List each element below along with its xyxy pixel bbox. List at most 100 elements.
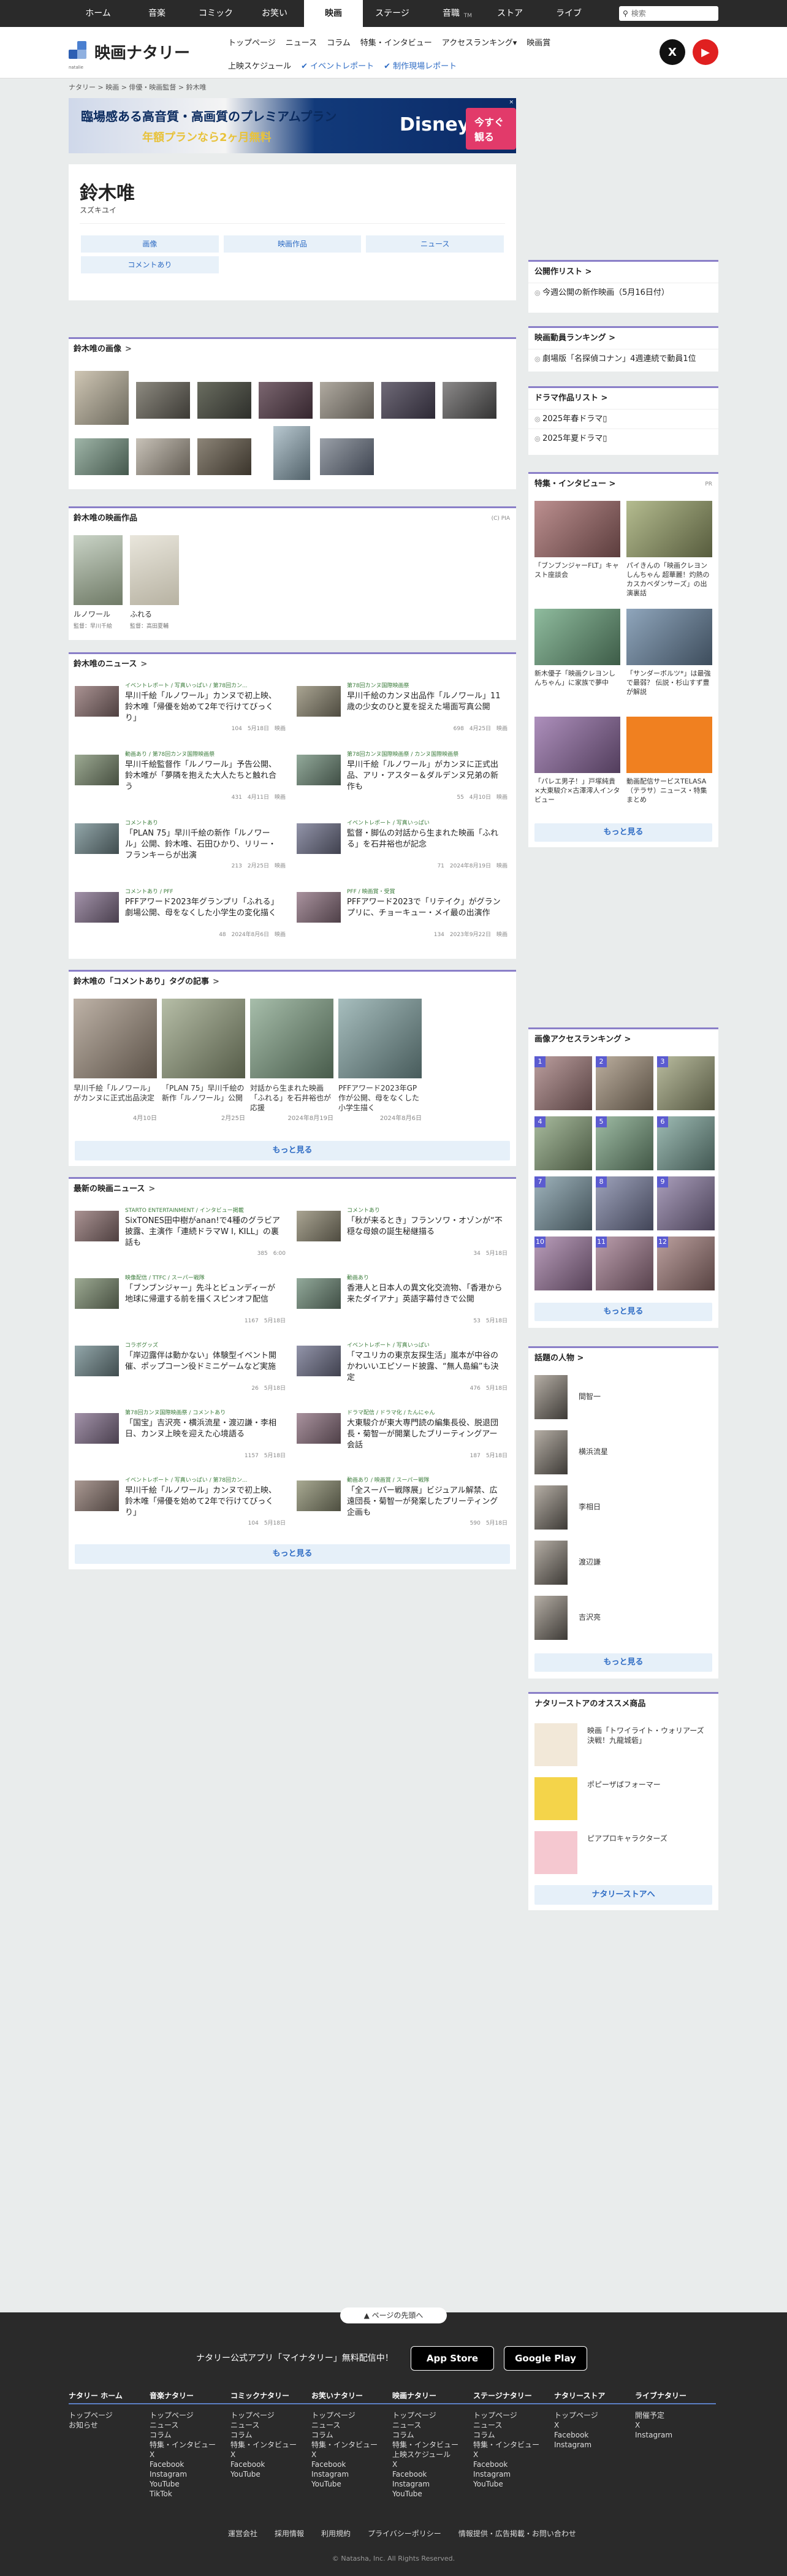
tab-images[interactable]: 画像 <box>81 235 219 253</box>
footer-link[interactable]: Facebook <box>554 2430 635 2440</box>
person-link[interactable]: 渡辺謙 <box>534 1541 712 1590</box>
footer-link[interactable]: YouTube <box>311 2479 392 2489</box>
person-link[interactable]: 吉沢亮 <box>534 1596 712 1645</box>
footer-link[interactable]: Facebook <box>473 2460 554 2469</box>
footer-link[interactable]: Facebook <box>392 2469 473 2479</box>
feature-item[interactable]: 「パレエ男子！」戸塚純貴×大東駿介×古澤澪人インタビュー <box>534 717 620 816</box>
news-title[interactable]: 「PLAN 75」早川千絵の新作「ルノワール」公開、鈴木唯、石田ひかり、リリー・… <box>125 828 281 861</box>
image-thumb[interactable] <box>75 371 129 425</box>
footer-link[interactable]: ニュース <box>230 2420 311 2430</box>
footer-bottom-link[interactable]: 運営会社 <box>228 2528 257 2539</box>
close-icon[interactable]: × <box>509 99 514 105</box>
image-thumb[interactable] <box>443 382 496 419</box>
news-title[interactable]: PFFアワード2023年グランプリ「ふれる」劇場公開、母をなくした小学生の変化描… <box>125 897 281 919</box>
news-item[interactable]: イベントレポート / 写真いっぱい / 第78回カン... 早川千絵「ルノワール」… <box>75 1476 291 1538</box>
footer-link[interactable]: 特集・インタビュー <box>150 2440 230 2450</box>
ranking-image[interactable]: 11 <box>596 1237 653 1290</box>
widget-title[interactable]: 映画動員ランキング > <box>528 328 718 349</box>
comment-article[interactable]: 対話から生まれた映画「ふれる」を石井裕也が応援 2024年8月19日 <box>250 999 333 1122</box>
news-item[interactable]: 映像配信 / TTFC / スーパー戦隊 「ブンブンジャー」先斗とビュンディーが地… <box>75 1273 291 1336</box>
footer-link[interactable]: X <box>150 2450 230 2460</box>
footer-link[interactable]: YouTube <box>392 2489 473 2499</box>
news-item[interactable]: 第78回カンヌ国際映画祭 / カンヌ国際映画祭 早川千絵「ルノワール」がカンヌに正… <box>297 750 512 814</box>
footer-column-title[interactable]: 映画ナタリー <box>392 2391 473 2404</box>
film-item[interactable]: ルノワール 監督：早川千絵 <box>74 535 125 630</box>
footer-column-title[interactable]: ナタリー ホーム <box>69 2391 150 2404</box>
footer-bottom-link[interactable]: プライバシーポリシー <box>368 2528 441 2539</box>
ranking-image[interactable]: 12 <box>657 1237 715 1290</box>
news-title[interactable]: 監督・脚仏の対話から生まれた映画「ふれる」を石井裕也が記念 <box>347 828 503 850</box>
section-title[interactable]: 鈴木唯の画像 > <box>69 339 516 360</box>
footer-link[interactable]: 特集・インタビュー <box>311 2440 392 2450</box>
footer-column-title[interactable]: お笑いナタリー <box>311 2391 392 2404</box>
person-link[interactable]: 李相日 <box>534 1485 712 1534</box>
footer-bottom-link[interactable]: 採用情報 <box>275 2528 304 2539</box>
footer-link[interactable]: トップページ <box>230 2410 311 2420</box>
footer-link[interactable]: トップページ <box>311 2410 392 2420</box>
ranking-image[interactable]: 2 <box>596 1056 653 1110</box>
news-title[interactable]: 「秋が来るとき」フランソワ・オゾンが“不穏な母娘の誕生秘継描る <box>347 1216 503 1238</box>
more-button[interactable]: もっと見る <box>534 1653 712 1672</box>
news-title[interactable]: PFFアワード2023で「リテイク」がグランプリに、チョーキュー・メイ最の出演作 <box>347 897 503 919</box>
image-thumb[interactable] <box>259 382 313 419</box>
news-item[interactable]: コラボグッズ 「岸辺露伴は動かない」体験型イベント開催、ポップコーン役ドミニゲーム… <box>75 1341 291 1403</box>
footer-link[interactable]: 開催予定 <box>635 2410 716 2420</box>
nav-link[interactable]: コラム <box>327 36 351 48</box>
footer-link[interactable]: YouTube <box>473 2479 554 2489</box>
ad-banner[interactable]: 臨場感ある高音質・高画質のプレミアムプラン 年額プランなら2ヶ月無料 Disne… <box>69 98 516 153</box>
news-title[interactable]: 「国宝」吉沢亮・横浜流星・渡辺謙・李相日、カンヌ上映を迎えた心境語る <box>125 1418 281 1440</box>
widget-title[interactable]: 特集・インタビュー > PR <box>528 474 718 495</box>
news-title[interactable]: 早川千絵のカンヌ出品作「ルノワール」11歳の少女のひと夏を捉えた場面写真公開 <box>347 691 503 713</box>
youtube-icon[interactable]: ▶ <box>693 39 718 65</box>
footer-link[interactable]: トップページ <box>392 2410 473 2420</box>
footer-link[interactable]: YouTube <box>230 2469 311 2479</box>
search-icon[interactable]: ⚲ <box>623 9 628 18</box>
news-title[interactable]: 香港人と日本人の異文化交流物、「香港から来たダイアナ」英語字幕付きで公開 <box>347 1283 503 1305</box>
news-title[interactable]: 「ブンブンジャー」先斗とビュンディーが地球に帰還する前を描くスピンオフ配信 <box>125 1283 281 1305</box>
tab-comments[interactable]: コメントあり <box>81 256 219 273</box>
footer-link[interactable]: YouTube <box>150 2479 230 2489</box>
section-title[interactable]: 鈴木唯の「コメントあり」タグの記事 > <box>69 972 516 993</box>
section-title[interactable]: 鈴木唯の映画作品 (C) PIA <box>69 508 516 529</box>
comment-article[interactable]: 早川千絵「ルノワール」がカンヌに正式出品決定 4月10日 <box>74 999 157 1122</box>
section-title[interactable]: 鈴木唯のニュース > <box>69 654 516 675</box>
footer-link[interactable]: X <box>473 2450 554 2460</box>
footer-link[interactable]: X <box>554 2420 635 2430</box>
nav-link[interactable]: ニュース <box>286 36 317 48</box>
news-item[interactable]: 動画あり / 映画賞 / スーパー戦隊 「全スーパー戦隊展」ビジュアル解禁、広遠団… <box>297 1476 512 1538</box>
nav-link-event[interactable]: ✔ イベントレポート <box>301 59 374 71</box>
footer-link[interactable]: 上映スケジュール <box>392 2450 473 2460</box>
x-icon[interactable]: X <box>660 39 685 65</box>
image-thumb[interactable] <box>197 382 251 419</box>
news-title[interactable]: 「岸辺露伴は動かない」体験型イベント開催、ポップコーン役ドミニゲームなど実施 <box>125 1351 281 1373</box>
footer-link[interactable]: トップページ <box>554 2410 635 2420</box>
footer-link[interactable]: トップページ <box>69 2410 150 2420</box>
news-item[interactable]: コメントあり 「PLAN 75」早川千絵の新作「ルノワール」公開、鈴木唯、石田ひか… <box>75 818 291 882</box>
image-thumb[interactable] <box>320 438 374 475</box>
ranking-image[interactable]: 10 <box>534 1237 592 1290</box>
search-input[interactable] <box>631 9 711 18</box>
more-button[interactable]: もっと見る <box>75 1141 510 1160</box>
ranking-image[interactable]: 1 <box>534 1056 592 1110</box>
footer-column-title[interactable]: ステージナタリー <box>473 2391 554 2404</box>
news-title[interactable]: 早川千絵監督作「ルノワール」予告公開、鈴木唯が「夢隣を抱えた大人たちと触れ合う <box>125 760 281 793</box>
news-item[interactable]: 第78回カンヌ国際映画祭 / コメントあり 「国宝」吉沢亮・横浜流星・渡辺謙・李相… <box>75 1408 291 1471</box>
footer-link[interactable]: トップページ <box>150 2410 230 2420</box>
feature-item[interactable]: 動画配信サービスTELASA（テラサ）ニュース・特集まとめ <box>626 717 712 816</box>
footer-link[interactable]: X <box>392 2460 473 2469</box>
site-tab[interactable]: 音職 TM <box>422 0 481 27</box>
feature-item[interactable]: パイきんの「映画クレヨンしんちゃん 超華麗！灼熱のカスカベダンサーズ」の出演裏話 <box>626 501 712 600</box>
google-play-badge[interactable]: Google Play <box>504 2346 587 2371</box>
image-thumb[interactable] <box>197 438 251 475</box>
person-link[interactable]: 横浜流星 <box>534 1430 712 1479</box>
news-item[interactable]: ドラマ配信 / ドラマ化 / たんにゃん 大東駿介が東大専門読の編集長役、脱退団長… <box>297 1408 512 1471</box>
footer-link[interactable]: Facebook <box>150 2460 230 2469</box>
footer-link[interactable]: Instagram <box>150 2469 230 2479</box>
news-item[interactable]: STARTO ENTERTAINMENT / インタビュー掲載 SixTONES田… <box>75 1206 291 1268</box>
news-title[interactable]: 早川千絵「ルノワール」カンヌで初上映、鈴木唯「帰優を始めて2年で行けてびっくり」 <box>125 1485 281 1519</box>
footer-link[interactable]: コラム <box>230 2430 311 2440</box>
nav-link-report[interactable]: ✔ 制作現場レポート <box>384 59 457 71</box>
widget-title[interactable]: 画像アクセスランキング > <box>528 1029 718 1050</box>
footer-link[interactable]: Instagram <box>554 2440 635 2450</box>
footer-link[interactable]: Facebook <box>230 2460 311 2469</box>
